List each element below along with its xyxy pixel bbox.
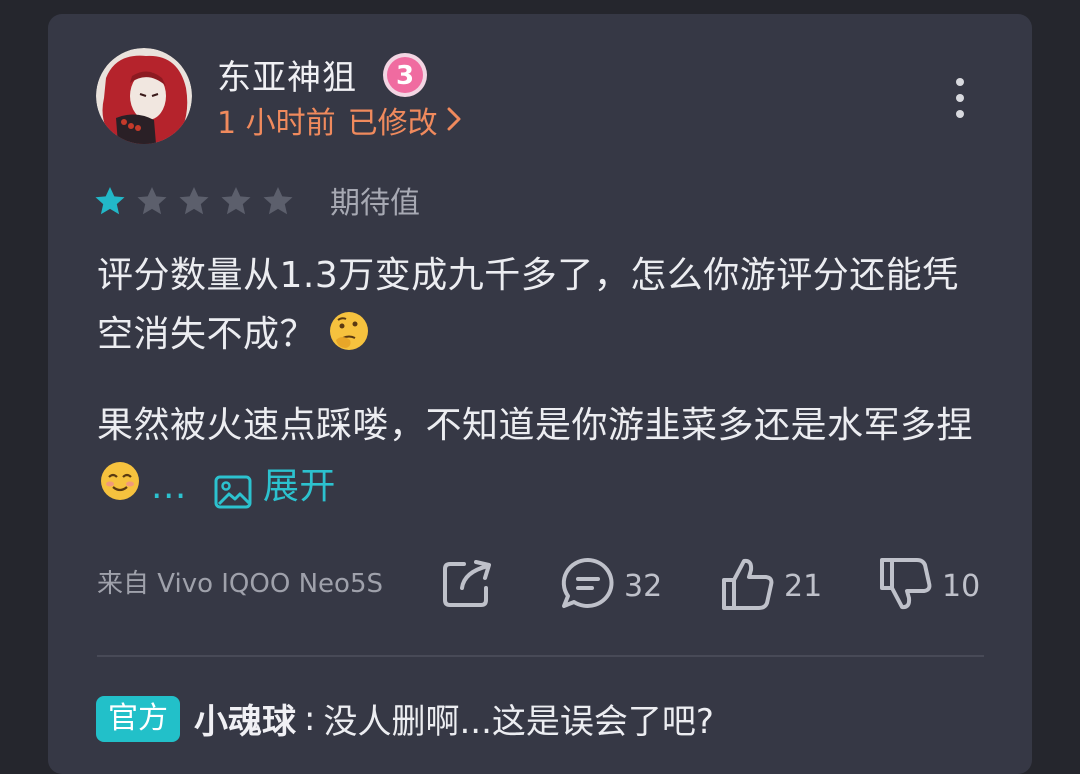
like-count: 21	[784, 568, 823, 604]
star-icon	[137, 187, 167, 215]
review-card	[48, 14, 1032, 774]
share-button[interactable]	[440, 556, 494, 614]
review-time: 1 小时前	[217, 106, 336, 141]
avatar[interactable]	[96, 48, 192, 144]
official-tag: 官方	[96, 695, 180, 742]
svg-text:3: 3	[396, 61, 414, 91]
thinking-emoji	[328, 310, 370, 352]
device-label: 来自 Vivo IQOO Neo5S	[97, 569, 383, 599]
ellipsis: ...	[151, 466, 187, 507]
reply-text: 没人删啊...这是误会了吧?	[323, 702, 714, 742]
dislike-count: 10	[942, 568, 981, 604]
reply-separator: :	[304, 698, 316, 739]
review-meta[interactable]: 1 小时前 已修改	[217, 104, 462, 144]
official-reply[interactable]: 官方 小魂球 : 没人删啊...这是误会了吧?	[96, 694, 714, 743]
reply-author[interactable]: 小魂球	[194, 694, 296, 743]
thumbs-down-icon	[878, 556, 934, 616]
level-badge-icon: 3	[381, 51, 429, 99]
star-icon	[179, 187, 209, 215]
rating-label: 期待值	[330, 186, 420, 221]
review-paragraph-2[interactable]: 果然被火速点踩喽，不知道是你游韭菜多还是水军多捏... 展开	[97, 396, 987, 516]
review-text-2: 果然被火速点踩喽，不知道是你游韭菜多还是水军多捏	[97, 405, 974, 446]
comment-icon	[560, 556, 616, 616]
star-icon	[221, 187, 251, 215]
share-icon	[440, 556, 494, 614]
review-text-1: 评分数量从1.3万变成九千多了，怎么你游评分还能凭空消失不成？	[97, 255, 959, 355]
comment-count: 32	[624, 568, 663, 604]
author-name[interactable]: 东亚神狙	[217, 56, 357, 100]
image-icon	[213, 469, 253, 508]
more-icon[interactable]	[946, 78, 974, 118]
chevron-right-icon	[446, 104, 462, 144]
smiling-emoji	[99, 460, 141, 502]
thumbs-up-icon	[720, 556, 776, 616]
star-icon	[263, 187, 293, 215]
expand-button[interactable]: ... 展开	[141, 457, 336, 516]
divider	[97, 655, 984, 657]
star-rating	[94, 186, 294, 216]
edited-label[interactable]: 已修改	[348, 104, 438, 144]
like-button[interactable]: 21	[720, 556, 822, 616]
dislike-button[interactable]: 10	[878, 556, 980, 616]
expand-label: 展开	[262, 466, 336, 507]
comment-button[interactable]: 32	[560, 556, 662, 616]
review-paragraph-1[interactable]: 评分数量从1.3万变成九千多了，怎么你游评分还能凭空消失不成？	[97, 246, 987, 364]
star-icon	[95, 187, 125, 215]
